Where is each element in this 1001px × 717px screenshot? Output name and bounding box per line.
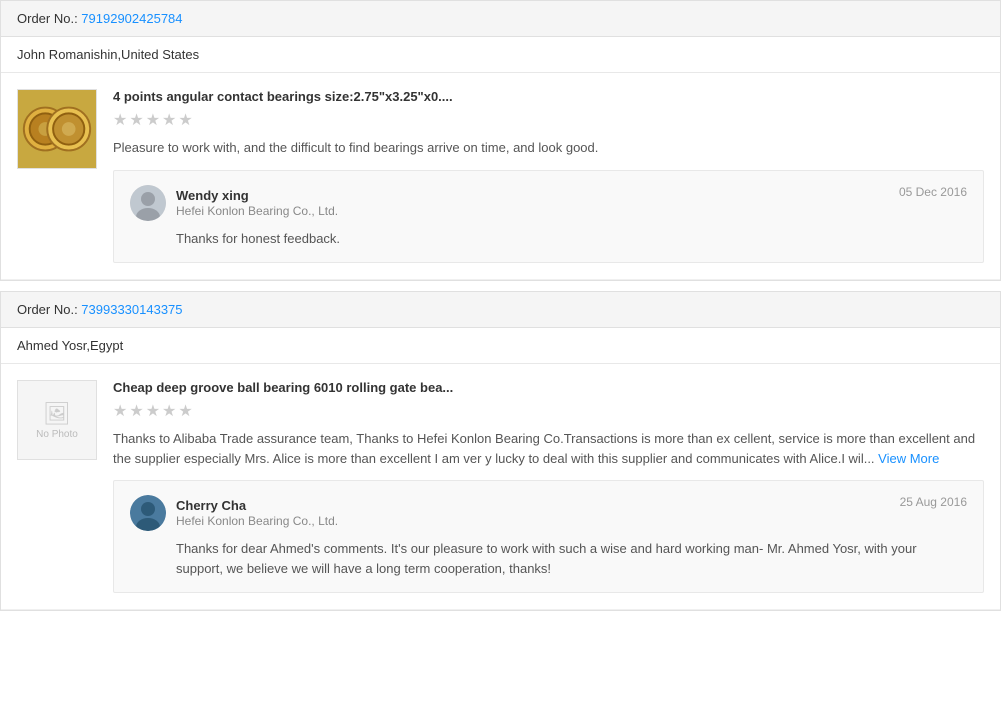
author-company: Hefei Konlon Bearing Co., Ltd.: [176, 514, 338, 528]
order-number-link[interactable]: 73993330143375: [81, 302, 182, 317]
star-icon: ★: [178, 401, 192, 421]
product-title: Cheap deep groove ball bearing 6010 roll…: [113, 380, 984, 395]
star-icon: ★: [129, 401, 143, 421]
product-title: 4 points angular contact bearings size:2…: [113, 89, 984, 104]
author-company: Hefei Konlon Bearing Co., Ltd.: [176, 204, 338, 218]
reply-header: Cherry ChaHefei Konlon Bearing Co., Ltd.…: [130, 495, 967, 531]
reply-header: Wendy xingHefei Konlon Bearing Co., Ltd.…: [130, 185, 967, 221]
reply-date: 25 Aug 2016: [900, 495, 967, 509]
order-customer: Ahmed Yosr,Egypt: [1, 328, 1000, 364]
author-name: Wendy xing: [176, 188, 338, 203]
review-item: 🖼 No Photo Cheap deep groove ball bearin…: [1, 364, 1000, 610]
view-more-link[interactable]: View More: [878, 451, 939, 466]
reply-box: Wendy xingHefei Konlon Bearing Co., Ltd.…: [113, 170, 984, 264]
review-text: Pleasure to work with, and the difficult…: [113, 138, 984, 158]
reply-author-info: Cherry ChaHefei Konlon Bearing Co., Ltd.: [130, 495, 338, 531]
order-block: Order No.: 73993330143375Ahmed Yosr,Egyp…: [0, 291, 1001, 611]
reply-box: Cherry ChaHefei Konlon Bearing Co., Ltd.…: [113, 480, 984, 593]
star-rating: ★★★★★: [113, 401, 984, 421]
order-label: Order No.:: [17, 302, 81, 317]
star-icon: ★: [146, 401, 160, 421]
order-header: Order No.: 73993330143375: [1, 292, 1000, 328]
order-header: Order No.: 79192902425784: [1, 1, 1000, 37]
order-label: Order No.:: [17, 11, 81, 26]
product-image: [17, 89, 97, 169]
star-icon: ★: [113, 401, 127, 421]
author-name-block: Wendy xingHefei Konlon Bearing Co., Ltd.: [176, 188, 338, 218]
author-name: Cherry Cha: [176, 498, 338, 513]
reply-author-info: Wendy xingHefei Konlon Bearing Co., Ltd.: [130, 185, 338, 221]
star-icon: ★: [162, 401, 176, 421]
review-content: Cheap deep groove ball bearing 6010 roll…: [113, 380, 984, 593]
no-photo-label: No Photo: [36, 429, 78, 440]
no-photo-placeholder: 🖼 No Photo: [17, 380, 97, 460]
avatar: [130, 495, 166, 531]
order-customer: John Romanishin,United States: [1, 37, 1000, 73]
star-icon: ★: [178, 110, 192, 130]
reply-text: Thanks for honest feedback.: [130, 229, 967, 249]
author-name-block: Cherry ChaHefei Konlon Bearing Co., Ltd.: [176, 498, 338, 528]
reply-text: Thanks for dear Ahmed's comments. It's o…: [130, 539, 967, 578]
review-text: Thanks to Alibaba Trade assurance team, …: [113, 429, 984, 468]
star-icon: ★: [129, 110, 143, 130]
star-icon: ★: [146, 110, 160, 130]
avatar: [130, 185, 166, 221]
order-number-link[interactable]: 79192902425784: [81, 11, 182, 26]
review-item: 4 points angular contact bearings size:2…: [1, 73, 1000, 280]
star-icon: ★: [162, 110, 176, 130]
order-block: Order No.: 79192902425784John Romanishin…: [0, 0, 1001, 281]
star-icon: ★: [113, 110, 127, 130]
image-icon: 🖼: [43, 401, 71, 427]
star-rating: ★★★★★: [113, 110, 984, 130]
review-content: 4 points angular contact bearings size:2…: [113, 89, 984, 263]
reply-date: 05 Dec 2016: [899, 185, 967, 199]
